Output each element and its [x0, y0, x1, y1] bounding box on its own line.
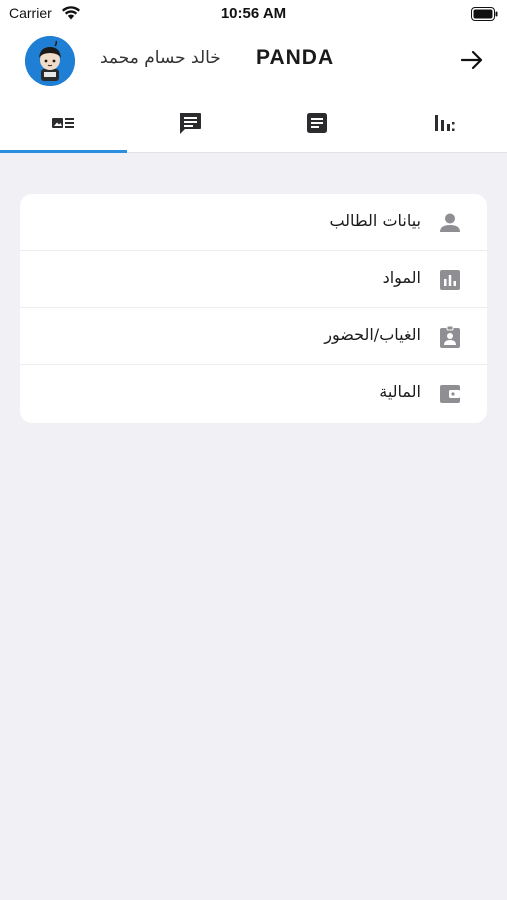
- tab-statistics[interactable]: [380, 93, 507, 153]
- menu-item-finance[interactable]: المالية: [20, 365, 487, 422]
- bar-chart-icon: [434, 115, 455, 131]
- app-header: خالد حسام محمد PANDA: [0, 28, 507, 93]
- id-card-icon: [52, 118, 75, 128]
- menu-item-attendance[interactable]: الغياب/الحضور: [20, 308, 487, 365]
- arrow-right-icon[interactable]: [459, 47, 485, 73]
- avatar-illustration: [25, 36, 75, 86]
- menu-item-label: الغياب/الحضور: [324, 325, 421, 344]
- tab-profile[interactable]: [0, 93, 127, 153]
- document-icon: [306, 113, 327, 133]
- active-tab-indicator: [0, 150, 127, 153]
- menu-item-label: بيانات الطالب: [329, 211, 421, 230]
- tab-bar: [0, 93, 507, 153]
- user-name: خالد حسام محمد: [100, 48, 221, 68]
- status-bar: Carrier 10:56 AM: [0, 0, 507, 28]
- menu-item-label: المالية: [379, 382, 421, 401]
- tab-documents[interactable]: [254, 93, 381, 153]
- badge-clipboard-icon: [440, 325, 460, 348]
- wallet-icon: [440, 385, 460, 403]
- brand-logo-text: PANDA: [256, 46, 335, 69]
- message-icon: [180, 113, 202, 134]
- person-icon: [440, 213, 460, 232]
- menu-card: بيانات الطالب المواد الغياب/الحضور المال…: [20, 194, 487, 423]
- tab-messages[interactable]: [127, 93, 254, 153]
- clock: 10:56 AM: [220, 5, 287, 22]
- avatar[interactable]: [25, 36, 75, 86]
- menu-item-student-info[interactable]: بيانات الطالب: [20, 194, 487, 251]
- menu-item-subjects[interactable]: المواد: [20, 251, 487, 308]
- battery-icon: [471, 7, 498, 21]
- chart-box-icon: [440, 270, 460, 290]
- menu-item-label: المواد: [382, 268, 421, 287]
